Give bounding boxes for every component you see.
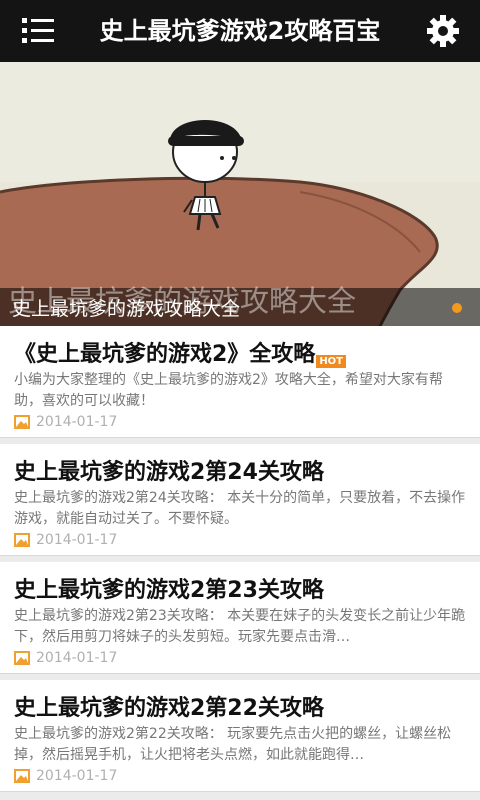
image-icon xyxy=(14,415,30,429)
banner-caption-bar: 史上最坑爹的游戏攻略大全 史上最坑爹的游戏攻略大全 xyxy=(0,284,480,326)
banner-caption: 史上最坑爹的游戏攻略大全 xyxy=(12,298,241,320)
article-list: 《史上最坑爹的游戏2》全攻略 HOT 小编为大家整理的《史上最坑爹的游戏2》攻略大… xyxy=(0,326,480,798)
top-bar: 史上最坑爹游戏2攻略百宝 xyxy=(0,0,480,62)
image-icon xyxy=(14,651,30,665)
article-date: 2014-01-17 xyxy=(36,532,118,548)
article-summary: 史上最坑爹的游戏2第22关攻略： 玩家要先点击火把的螺丝，让螺丝松掉，然后摇晃手… xyxy=(14,726,452,763)
list-item[interactable]: 史上最坑爹的游戏2第24关攻略 史上最坑爹的游戏2第24关攻略： 本关十分的简单… xyxy=(0,444,480,556)
featured-banner[interactable]: 史上最坑爹的游戏攻略大全 史上最坑爹的游戏攻略大全 xyxy=(0,62,480,326)
hot-badge: HOT xyxy=(316,355,347,368)
article-summary: 小编为大家整理的《史上最坑爹的游戏2》攻略大全，希望对大家有帮助，喜欢的可以收藏… xyxy=(14,372,443,409)
gear-icon[interactable] xyxy=(426,14,460,48)
image-icon xyxy=(14,769,30,783)
article-summary: 史上最坑爹的游戏2第24关攻略： 本关十分的简单，只要放着，不去操作游戏，就能自… xyxy=(14,490,466,527)
article-date: 2014-01-17 xyxy=(36,768,118,784)
article-meta: 2014-01-17 xyxy=(14,530,117,550)
article-title: 史上最坑爹的游戏2第24关攻略 xyxy=(14,460,324,485)
article-summary: 史上最坑爹的游戏2第23关攻略： 本关要在妹子的头发变长之前让少年跪下，然后用剪… xyxy=(14,608,466,645)
article-meta: 2014-01-17 xyxy=(14,766,117,786)
article-meta: 2014-01-17 xyxy=(14,412,117,432)
image-icon xyxy=(14,533,30,547)
list-item[interactable]: 史上最坑爹的游戏2第22关攻略 史上最坑爹的游戏2第22关攻略： 玩家要先点击火… xyxy=(0,680,480,792)
list-item[interactable]: 《史上最坑爹的游戏2》全攻略 HOT 小编为大家整理的《史上最坑爹的游戏2》攻略大… xyxy=(0,326,480,438)
list-item[interactable]: 史上最坑爹的游戏2第23关攻略 史上最坑爹的游戏2第23关攻略： 本关要在妹子的… xyxy=(0,562,480,674)
article-date: 2014-01-17 xyxy=(36,414,118,430)
article-title: 史上最坑爹的游戏2第22关攻略 xyxy=(14,696,324,721)
app-title: 史上最坑爹游戏2攻略百宝 xyxy=(99,17,381,45)
article-title: 史上最坑爹的游戏2第23关攻略 xyxy=(14,578,324,603)
article-title: 《史上最坑爹的游戏2》全攻略 HOT xyxy=(14,336,347,368)
article-meta: 2014-01-17 xyxy=(14,648,117,668)
article-date: 2014-01-17 xyxy=(36,650,118,666)
carousel-indicator[interactable] xyxy=(452,303,462,313)
